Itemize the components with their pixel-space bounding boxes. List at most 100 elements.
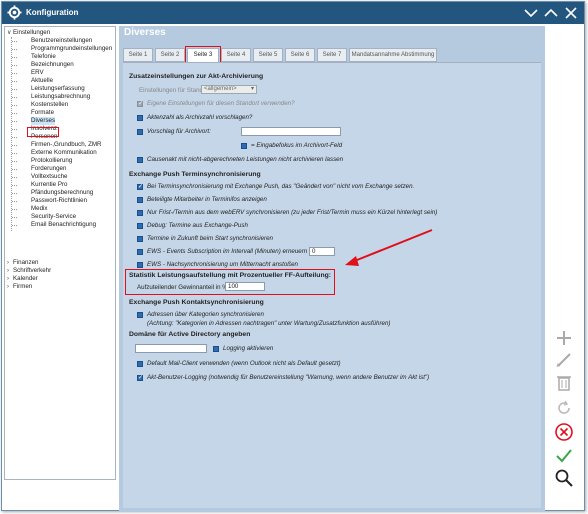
causenakt-checkbox[interactable] (137, 157, 143, 163)
page-title: Diverses (124, 27, 166, 38)
tree-root-einstellungen[interactable]: ∨ Einstellungen (7, 29, 50, 37)
tree-item[interactable]: Telefonie (31, 53, 56, 61)
tree-item[interactable]: Firmen-,Grundbuch, ZMR (31, 141, 102, 149)
kategorien-note: (Achtung: "Kategorien in Adressen nachtr… (147, 320, 391, 327)
refresh-icon[interactable] (554, 398, 574, 418)
eigene-einstellungen-label: Eigene Einstellungen für diesen Standort… (147, 100, 295, 107)
tab-seite-7[interactable]: Seite 7 (317, 48, 347, 62)
content-area: Diverses Seite 1 Seite 2 Seite 3 Seite 4… (119, 26, 545, 512)
section-heading-push: Exchange Push Terminsynchronisierung (129, 171, 261, 178)
tree-connector (12, 129, 17, 130)
tree-item[interactable]: Medix (31, 205, 48, 213)
search-icon[interactable] (554, 468, 574, 488)
tree-item[interactable]: Programmgrundeinstellungen (31, 45, 112, 53)
push-option-checkbox[interactable] (137, 210, 143, 216)
archivort-input[interactable] (241, 127, 341, 136)
chevron-down-icon: ▾ (250, 86, 254, 92)
configuration-window: Konfiguration ∨ Einstellungen Benutzerein… (1, 1, 585, 512)
gear-icon (7, 5, 22, 20)
tree-item[interactable]: ERV (31, 69, 44, 77)
section-heading-kontakt: Exchange Push Kontaktsynchronisierung (129, 299, 264, 306)
tree-connector (12, 169, 17, 170)
kategorien-checkbox[interactable] (137, 312, 143, 318)
tree-item[interactable]: Protokollierung (31, 157, 72, 165)
close-icon[interactable] (562, 4, 580, 22)
tree-item[interactable]: Kostenstellen (31, 101, 68, 109)
tree-connector (12, 225, 17, 226)
tree-item[interactable]: Passwort-Richtlinien (31, 197, 87, 205)
settings-tree: ∨ Einstellungen Benutzereinstellungen Prog… (4, 26, 116, 480)
section-heading-ad: Domäne für Active Directory angeben (129, 331, 251, 338)
push-option-checkbox[interactable] (137, 249, 143, 255)
akt-benutzer-checkbox[interactable] (137, 374, 143, 381)
maximize-icon[interactable] (542, 4, 560, 22)
vorschlag-checkbox[interactable] (137, 129, 143, 135)
tree-root-schriftverkehr[interactable]: › Schriftverkehr (7, 267, 51, 275)
tree-connector (12, 49, 17, 50)
kategorien-label: Adressen über Kategorien synchronisieren (147, 311, 264, 318)
minimize-icon[interactable] (522, 4, 540, 22)
tree-connector (12, 161, 17, 162)
tab-seite-1[interactable]: Seite 1 (123, 48, 153, 62)
aktenzahl-checkbox[interactable] (137, 115, 143, 121)
section-heading-statistik: Statistik Leistungsaufstellung mit Proze… (129, 272, 332, 279)
tree-item[interactable]: Benutzereinstellungen (31, 37, 92, 45)
tree-item[interactable]: Bezeichnungen (31, 61, 74, 69)
push-option-label: Beteiligte Mitarbeiter in Terminifos anz… (147, 196, 267, 203)
push-option-label: Debug: Termine aus Exchange-Push (147, 222, 248, 229)
push-option-checkbox[interactable] (137, 223, 143, 229)
push-option-label: EWS - Nachsynchronisierung um Mitternach… (147, 261, 298, 268)
title-bar: Konfiguration (2, 2, 584, 24)
tab-mandatsannahme[interactable]: Mandatsannahme Abstimmung (349, 48, 437, 62)
eingabefokus-checkbox[interactable] (241, 143, 247, 149)
tree-connector (12, 201, 17, 202)
interval-minutes-input[interactable]: 0 (309, 247, 335, 256)
push-option-checkbox[interactable] (137, 183, 143, 190)
tree-connector (12, 105, 17, 106)
tree-root-finanzen[interactable]: › Finanzen (7, 259, 38, 267)
tree-connector (12, 137, 17, 138)
cancel-icon[interactable] (554, 422, 574, 442)
tree-item[interactable]: Formate (31, 109, 54, 117)
tab-seite-2[interactable]: Seite 2 (155, 48, 185, 62)
tree-item[interactable]: Volltextsuche (31, 173, 67, 181)
tree-item[interactable]: Leistungsabrechnung (31, 93, 90, 101)
tab-seite-5[interactable]: Seite 5 (253, 48, 283, 62)
tab-seite-4[interactable]: Seite 4 (221, 48, 251, 62)
add-icon[interactable] (554, 328, 574, 348)
akt-benutzer-label: Akt-Benutzer-Logging (notwendig für Benu… (147, 374, 430, 381)
tree-item[interactable]: Email Benachrichtigung (31, 221, 96, 229)
tree-connector (12, 193, 17, 194)
tree-item[interactable]: Security-Service (31, 213, 76, 221)
push-option-checkbox[interactable] (137, 262, 143, 268)
tree-item[interactable]: Pfändungsberechnung (31, 189, 93, 197)
push-option-checkbox[interactable] (137, 236, 143, 242)
tree-root-firmen[interactable]: › Firmen (7, 283, 32, 291)
tab-panel-seite-3: Zusatzeinstellungen zur Akt-Archivierung… (123, 62, 541, 508)
gewinnanteil-input[interactable]: 100 (225, 282, 265, 291)
tree-connector (12, 57, 17, 58)
delete-icon[interactable] (554, 372, 574, 392)
push-option-label: EWS - Events Subscription im Intervall (… (147, 248, 308, 255)
tree-root-kalender[interactable]: › Kalender (7, 275, 38, 283)
tab-seite-6[interactable]: Seite 6 (285, 48, 315, 62)
confirm-icon[interactable] (554, 446, 574, 466)
eigene-einstellungen-checkbox[interactable] (137, 100, 143, 107)
logging-label: Logging aktivieren (223, 345, 274, 352)
aktenzahl-label: Aktenzahl als Archivzahl vorschlagen? (147, 114, 253, 121)
tree-item[interactable]: Kurrentie Pro (31, 181, 67, 189)
tree-item[interactable]: Leistungserfassung (31, 85, 85, 93)
tree-item[interactable]: Diverses (31, 117, 56, 125)
tree-connector (12, 41, 17, 42)
standort-select[interactable]: <allgemein> ▾ (201, 85, 257, 94)
tree-item[interactable]: Aktuelle (31, 77, 53, 85)
push-option-checkbox[interactable] (137, 197, 143, 203)
mail-client-label: Default Mail-Client verwenden (wenn Outl… (147, 360, 341, 367)
logging-checkbox[interactable] (213, 346, 219, 352)
mail-client-checkbox[interactable] (137, 361, 143, 367)
tree-connector (12, 185, 17, 186)
tree-item[interactable]: Externe Kommunikation (31, 149, 97, 157)
edit-icon[interactable] (554, 350, 574, 370)
tree-item[interactable]: Forderungen (31, 165, 66, 173)
domain-input[interactable] (135, 344, 207, 353)
